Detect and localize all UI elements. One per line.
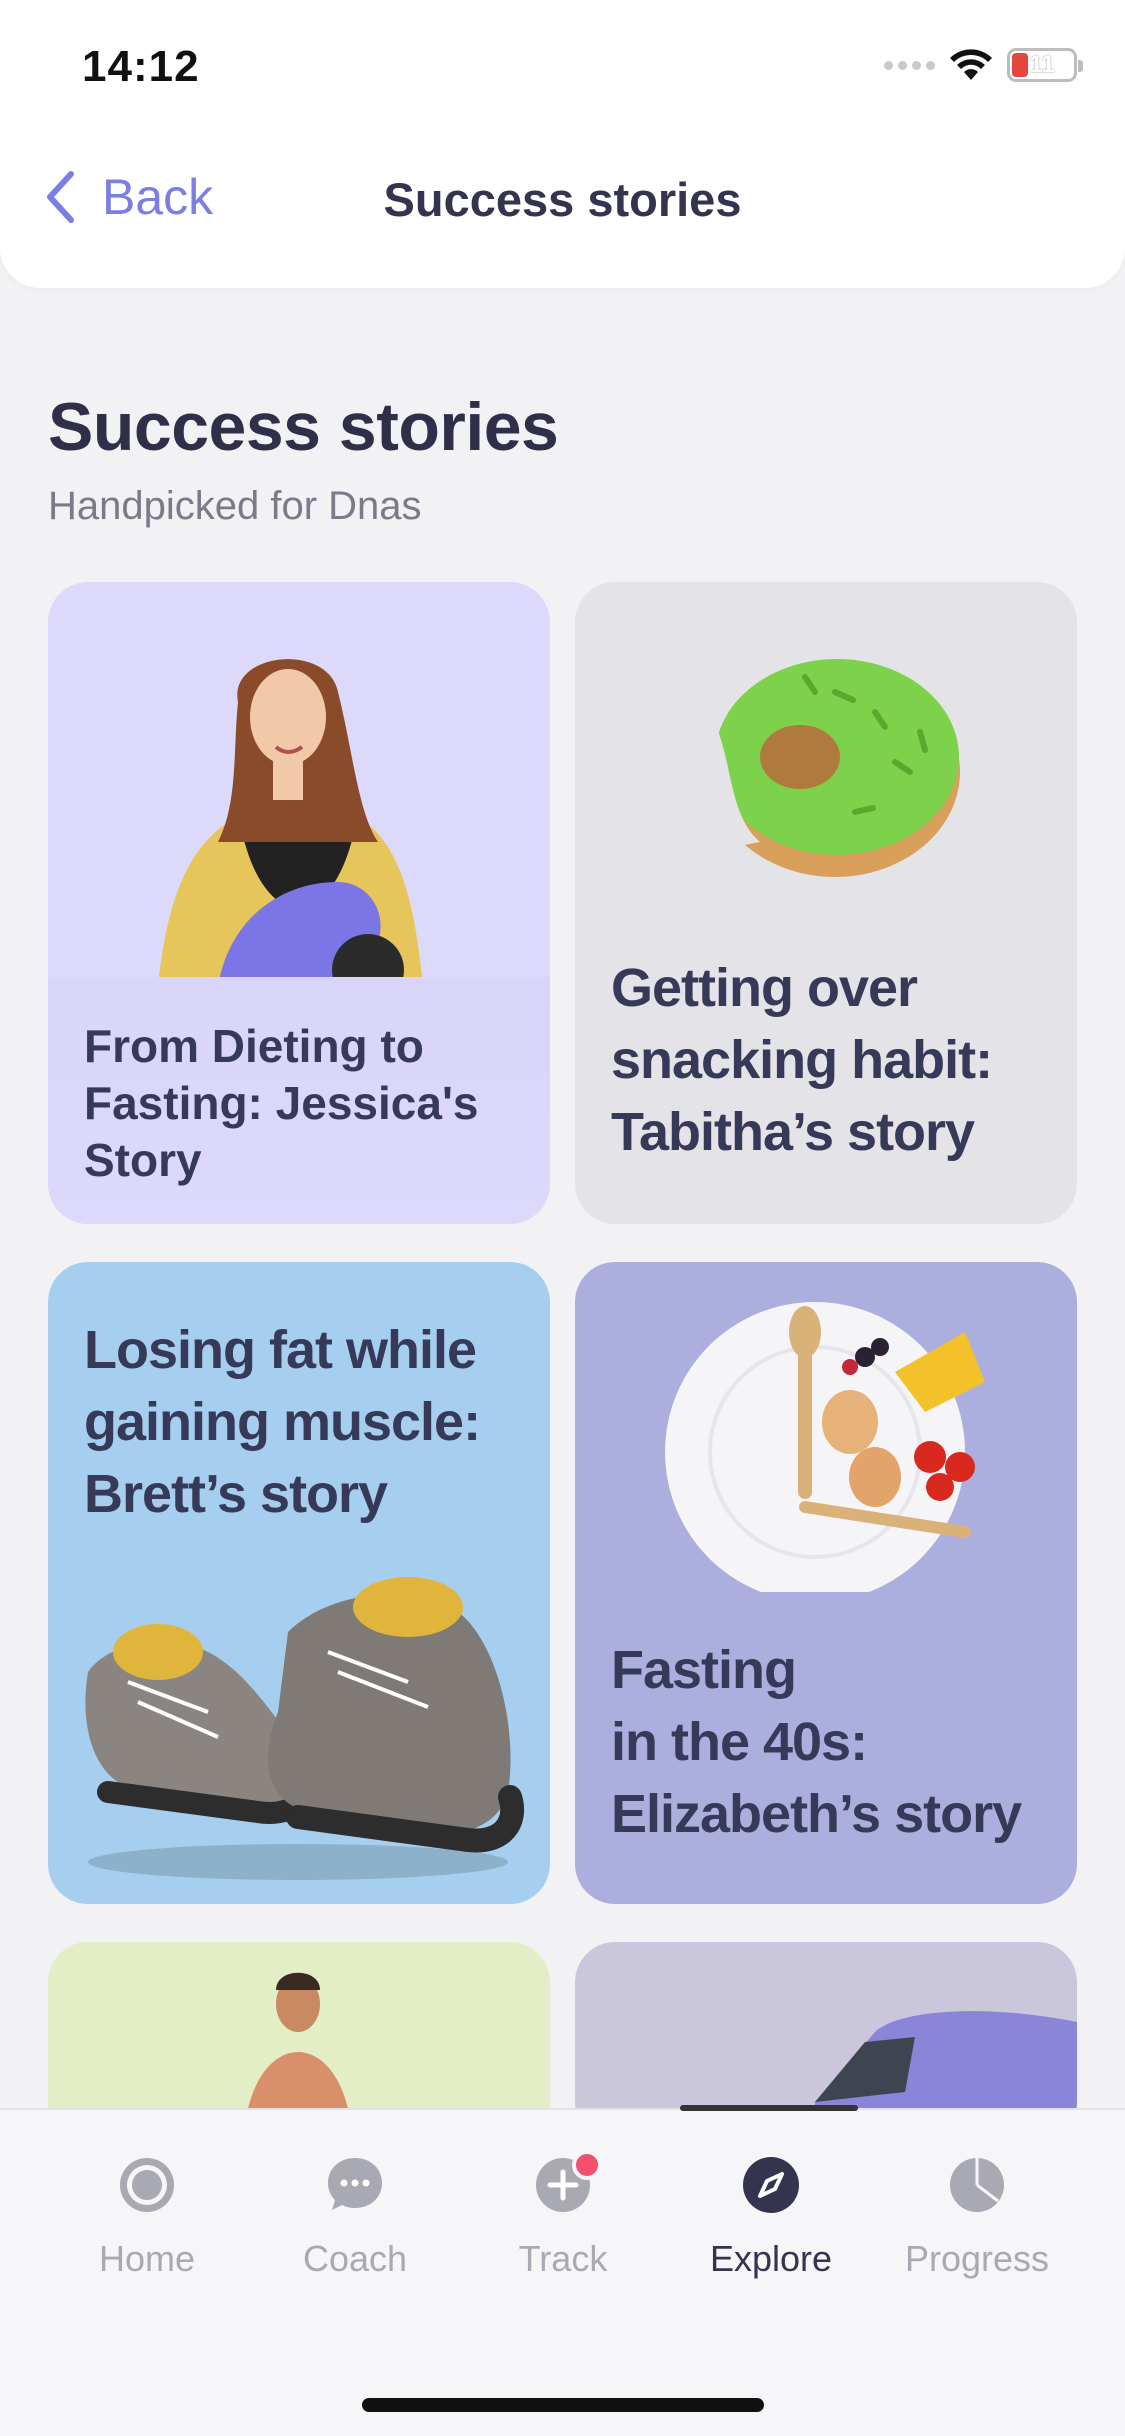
- battery-icon: 11: [1007, 48, 1083, 82]
- donut-image: [690, 659, 960, 877]
- story-card-brett[interactable]: Losing fat while gaining muscle: Brett’s…: [48, 1262, 550, 1904]
- card-title: Getting over snacking habit: Tabitha’s s…: [611, 958, 993, 1162]
- plate-image: [665, 1302, 985, 1592]
- home-icon: [120, 2158, 174, 2212]
- page-title: Success stories: [383, 173, 742, 226]
- jessica-illustration: [158, 659, 423, 1002]
- tab-label: Home: [98, 2238, 196, 2279]
- cellular-signal-icon: [884, 60, 935, 70]
- tab-coach[interactable]: Coach: [250, 2154, 460, 2280]
- section-subtitle: Handpicked for Dnas: [48, 484, 422, 528]
- status-icons: 11: [884, 48, 1083, 82]
- tab-progress[interactable]: Progress: [872, 2154, 1082, 2280]
- tab-label: Coach: [302, 2238, 408, 2279]
- card-title: From Dieting to Fasting: Jessica's Story: [84, 1020, 479, 1186]
- card-title: Losing fat while gaining muscle: Brett’s…: [84, 1320, 481, 1524]
- tab-explore[interactable]: Explore: [666, 2154, 876, 2280]
- header-card: 14:12 11 Back Success stories: [0, 0, 1125, 288]
- story-card-jessica[interactable]: From Dieting to Fasting: Jessica's Story: [48, 582, 550, 1224]
- tab-label: Explore: [709, 2238, 833, 2279]
- scroll-indicator: [680, 2105, 858, 2111]
- card-title: Fasting in the 40s: Elizabeth’s story: [611, 1640, 1022, 1844]
- section-title: Success stories: [48, 389, 559, 465]
- home-indicator: [362, 2398, 764, 2412]
- tab-home[interactable]: Home: [42, 2154, 252, 2280]
- pie-chart-icon: [950, 2158, 1004, 2212]
- compass-icon: [743, 2157, 799, 2213]
- tab-bar: Home Coach Track Explore Progress: [0, 2108, 1125, 2436]
- battery-level: 11: [1029, 51, 1055, 78]
- tab-label: Progress: [904, 2238, 1050, 2279]
- status-time: 14:12: [82, 42, 200, 91]
- chat-icon: [328, 2158, 382, 2210]
- notification-badge: [572, 2150, 602, 2180]
- wifi-icon: [950, 49, 992, 80]
- tab-label: Track: [518, 2238, 608, 2279]
- sneakers-image: [85, 1577, 525, 1880]
- tab-track[interactable]: Track: [458, 2150, 668, 2280]
- story-card-elizabeth[interactable]: Fasting in the 40s: Elizabeth’s story: [575, 1262, 1077, 1904]
- story-card-tabitha[interactable]: Getting over snacking habit: Tabitha’s s…: [575, 582, 1077, 1224]
